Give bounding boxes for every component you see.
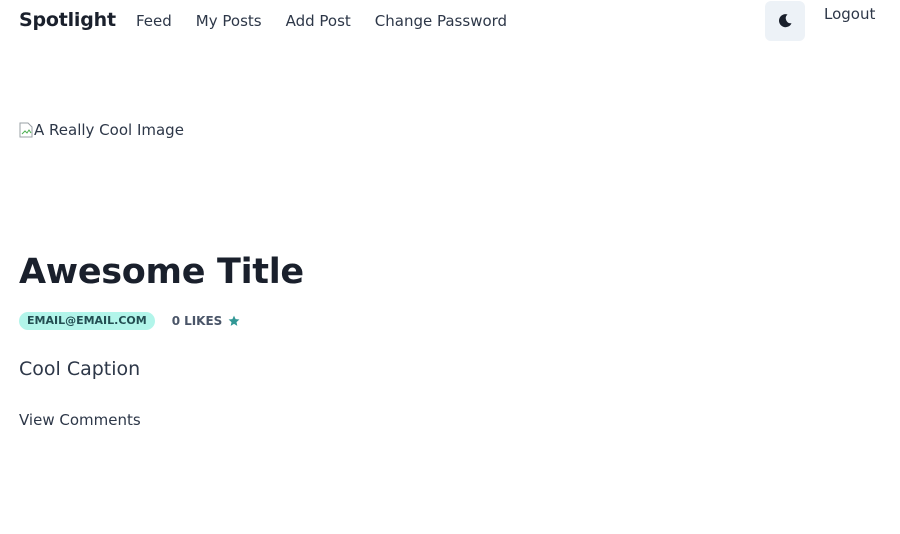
likes-count: 0	[171, 314, 181, 328]
author-email-badge: EMAIL@EMAIL.COM	[19, 312, 155, 330]
star-icon	[228, 315, 240, 326]
post-caption: Cool Caption	[19, 358, 141, 380]
post-image-alt-text: A Really Cool Image	[34, 121, 184, 139]
brand-logo[interactable]: Spotlight	[19, 9, 116, 31]
nav-link-feed[interactable]: Feed	[136, 12, 172, 30]
post-image: A Really Cool Image	[19, 121, 184, 139]
logout-link[interactable]: Logout	[824, 5, 875, 23]
nav-link-change-password[interactable]: Change Password	[375, 12, 507, 30]
view-comments-link[interactable]: View Comments	[19, 411, 141, 429]
moon-icon	[779, 14, 792, 28]
likes-counter[interactable]: 0 LIKES	[172, 314, 241, 328]
nav-link-add-post[interactable]: Add Post	[286, 12, 351, 30]
broken-image-icon	[19, 122, 33, 138]
nav-links: Feed My Posts Add Post Change Password	[136, 12, 507, 30]
top-navbar: Spotlight Feed My Posts Add Post Change …	[0, 0, 900, 44]
post-meta: EMAIL@EMAIL.COM 0 LIKES	[19, 312, 240, 330]
post-title: Awesome Title	[19, 252, 304, 292]
likes-label: LIKES	[184, 314, 223, 328]
nav-link-my-posts[interactable]: My Posts	[196, 12, 262, 30]
theme-toggle-button[interactable]	[765, 1, 805, 41]
